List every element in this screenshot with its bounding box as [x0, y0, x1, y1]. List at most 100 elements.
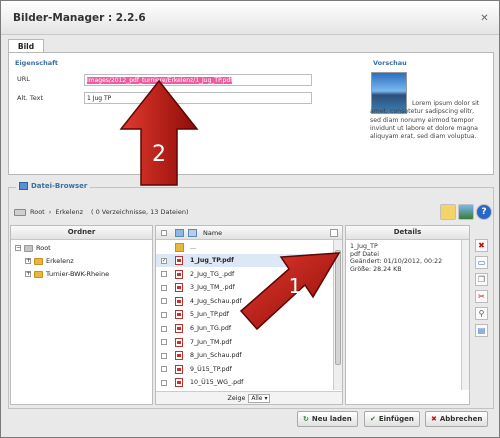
- pdf-file-icon: [175, 269, 183, 279]
- insert-label: Einfügen: [378, 415, 414, 423]
- alt-text-label: Alt. Text: [17, 94, 44, 102]
- file-checkbox[interactable]: [161, 325, 167, 332]
- file-checkbox[interactable]: [161, 366, 167, 373]
- parent-folder-label: ...: [190, 244, 197, 251]
- file-checkbox[interactable]: [161, 284, 167, 291]
- tree-item-label: Root: [36, 244, 51, 252]
- arrow-2-label: 2: [152, 142, 166, 167]
- tab-bild[interactable]: Bild: [8, 39, 44, 53]
- name-column-header[interactable]: Name: [203, 229, 222, 237]
- window-title: Bilder-Manager : 2.2.6: [13, 11, 146, 24]
- file-checkbox[interactable]: [161, 298, 167, 305]
- pdf-file-icon: [175, 378, 183, 388]
- checkmark-icon: ✔: [370, 415, 376, 423]
- thumbnail-view-icon[interactable]: [175, 228, 184, 237]
- url-label: URL: [17, 75, 30, 83]
- tree-item-root[interactable]: − Root: [15, 244, 51, 252]
- tree-item-turnier-bwk-rheine[interactable]: + Turnier-BWK-Rheine: [25, 270, 109, 278]
- show-select[interactable]: Alle ▾: [248, 393, 271, 403]
- column-options-icon[interactable]: [330, 228, 338, 237]
- upload-image-icon[interactable]: [458, 204, 474, 220]
- file-row[interactable]: 9_Ü15_TP.pdf: [156, 363, 332, 376]
- folder-up-icon: [175, 243, 184, 252]
- pdf-file-icon: [175, 364, 183, 374]
- details-type: pdf Datei: [350, 250, 380, 258]
- breadcrumb-root[interactable]: Root: [30, 208, 45, 216]
- pdf-file-icon: [175, 296, 183, 306]
- view-icon[interactable]: ⚲: [475, 307, 488, 320]
- file-row[interactable]: 10_Ü15_WG_.pdf: [156, 376, 332, 389]
- delete-icon[interactable]: ✖: [475, 239, 488, 252]
- expand-icon[interactable]: +: [25, 271, 31, 277]
- file-list-footer: Zeige Alle ▾: [156, 391, 342, 404]
- arrow-1-label: 1: [289, 274, 302, 298]
- pdf-file-icon: [175, 324, 183, 333]
- paste-icon[interactable]: ▤: [475, 324, 488, 337]
- details-header: Details: [346, 226, 469, 240]
- file-browser-legend: Datei-Browser: [16, 182, 91, 190]
- alt-text-value: 1 Jug TP: [87, 95, 112, 102]
- details-body: 1_Jug_TP pdf Datei Geändert: 01/10/2012,…: [346, 240, 469, 276]
- cancel-button[interactable]: ✖ Abbrechen: [425, 411, 489, 427]
- expand-icon[interactable]: +: [25, 258, 31, 264]
- pdf-file-icon: [175, 351, 183, 361]
- file-list-header: Name: [156, 226, 342, 240]
- list-view-icon[interactable]: [188, 228, 197, 237]
- breadcrumb: Root › Erkelenz ( 0 Verzeichnisse, 13 Da…: [10, 208, 189, 216]
- browser-toolbar: Root › Erkelenz ( 0 Verzeichnisse, 13 Da…: [10, 201, 492, 223]
- file-name: 9_Ü15_TP.pdf: [190, 365, 232, 373]
- show-label: Zeige: [227, 394, 246, 402]
- pdf-file-icon: [175, 256, 183, 265]
- file-checkbox[interactable]: [161, 271, 167, 278]
- pdf-file-icon: [175, 310, 183, 320]
- title-bar[interactable]: Bilder-Manager : 2.2.6: [1, 1, 499, 35]
- folder-icon: [24, 244, 33, 252]
- file-browser-icon: [19, 182, 28, 190]
- details-name: 1_Jug_TP: [350, 243, 378, 250]
- drive-icon: [14, 208, 26, 216]
- cancel-label: Abbrechen: [439, 415, 483, 423]
- copy-icon[interactable]: ❐: [475, 273, 488, 286]
- file-name: 10_Ü15_WG_.pdf: [190, 379, 244, 387]
- file-checkbox[interactable]: [161, 311, 167, 318]
- pdf-file-icon: [175, 283, 183, 293]
- pdf-file-icon: [175, 337, 183, 347]
- reload-label: Neu laden: [311, 415, 352, 423]
- reload-button[interactable]: ↻ Neu laden: [297, 411, 358, 427]
- tree-item-erkelenz[interactable]: + Erkelenz: [25, 257, 74, 265]
- collapse-icon[interactable]: −: [15, 245, 21, 251]
- reload-icon: ↻: [303, 415, 309, 423]
- file-checkbox[interactable]: [161, 379, 167, 386]
- help-icon[interactable]: ?: [476, 204, 492, 220]
- file-checkbox[interactable]: [161, 352, 167, 359]
- image-manager-dialog: Bilder-Manager : 2.2.6 ✕ Bild Eigenschaf…: [0, 0, 500, 438]
- file-row[interactable]: 7_Jun_TM.pdf: [156, 336, 332, 349]
- folder-tree-header: Ordner: [11, 226, 152, 240]
- tree-item-label: Turnier-BWK-Rheine: [46, 270, 110, 278]
- file-checkbox[interactable]: ✓: [161, 257, 167, 264]
- folder-tree: Ordner − Root + Erkelenz + Turnier-BWK-R…: [10, 225, 153, 405]
- file-browser-heading: Datei-Browser: [31, 182, 88, 190]
- select-all-checkbox[interactable]: [161, 229, 167, 236]
- breadcrumb-folder[interactable]: Erkelenz: [55, 208, 83, 216]
- close-icon[interactable]: ✕: [479, 13, 490, 24]
- folder-icon: [34, 270, 43, 278]
- rename-icon[interactable]: ▭: [475, 256, 488, 269]
- file-row[interactable]: 8_Jun_Schau.pdf: [156, 349, 332, 362]
- arrow-annotation-2: 2: [119, 79, 199, 186]
- tree-item-label: Erkelenz: [46, 257, 74, 265]
- file-checkbox[interactable]: [161, 339, 167, 346]
- cut-icon[interactable]: ✂: [475, 290, 488, 303]
- breadcrumb-info: ( 0 Verzeichnisse, 13 Dateien): [91, 208, 189, 216]
- file-name: 7_Jun_TM.pdf: [190, 338, 232, 346]
- arrow-annotation-1: 1: [239, 252, 341, 331]
- insert-button[interactable]: ✔ Einfügen: [364, 411, 420, 427]
- details-changed: Geändert: 01/10/2012, 00:22: [350, 258, 443, 265]
- details-scrollbar[interactable]: [461, 240, 469, 390]
- chevron-down-icon: ▾: [264, 394, 268, 402]
- preview-heading: Vorschau: [373, 59, 407, 67]
- cancel-icon: ✖: [431, 415, 437, 423]
- details-panel: Details 1_Jug_TP pdf Datei Geändert: 01/…: [345, 225, 470, 405]
- breadcrumb-separator: ›: [48, 208, 52, 216]
- new-folder-icon[interactable]: [440, 204, 456, 220]
